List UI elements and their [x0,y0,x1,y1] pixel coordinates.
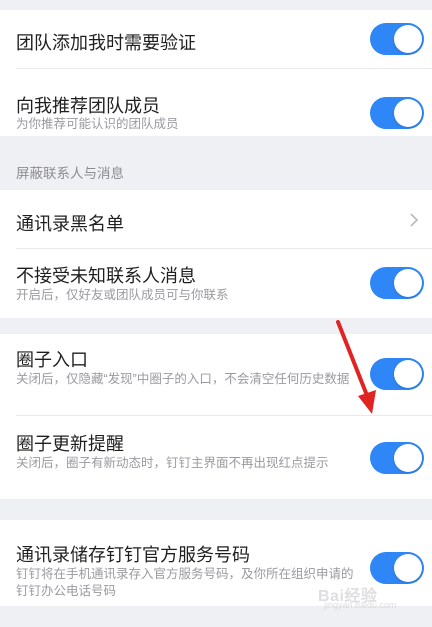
circle-update-row[interactable]: 圈子更新提醒 关闭后，圈子有新动态时，钉钉主界面不再出现红点提示 [0,416,432,499]
circle-update-subtitle: 关闭后，圈子有新动态时，钉钉主界面不再出现红点提示 [16,456,329,470]
blacklist-title: 通讯录黑名单 [16,214,124,234]
circle-update-title: 圈子更新提醒 [16,434,124,454]
store-numbers-title: 通讯录储存钉钉官方服务号码 [16,545,250,565]
recommend-subtitle: 为你推荐可能认识的团队成员 [16,117,179,131]
settings-card-block: 通讯录黑名单 不接受未知联系人消息 开启后，仅好友或团队成员可与你联系 [0,190,432,318]
toggle-knob [394,25,422,53]
settings-card-contacts: 通讯录储存钉钉官方服务号码 钉钉将在手机通讯录存入官方服务号码，及你所在组织申请… [0,520,432,606]
toggle-knob [394,554,422,582]
annotation-arrow-icon [336,320,376,414]
team-verify-row[interactable]: 团队添加我时需要验证 [0,10,432,68]
unknown-msgs-row[interactable]: 不接受未知联系人消息 开启后，仅好友或团队成员可与你联系 [0,249,432,318]
store-numbers-subtitle: 钉钉将在手机通讯录存入官方服务号码，及你所在组织申请的钉钉办公电话号码 [16,567,354,598]
toggle-knob [394,360,422,388]
section-header-block: 屏蔽联系人与消息 [16,166,124,181]
recommend-title: 向我推荐团队成员 [16,96,160,116]
recommend-row[interactable]: 向我推荐团队成员 为你推荐可能认识的团队成员 [0,69,432,136]
toggle-knob [394,269,422,297]
unknown-msgs-toggle[interactable] [370,267,424,299]
chevron-right-icon [410,213,419,227]
store-numbers-row[interactable]: 通讯录储存钉钉官方服务号码 钉钉将在手机通讯录存入官方服务号码，及你所在组织申请… [0,520,432,606]
team-verify-title: 团队添加我时需要验证 [16,33,196,53]
store-numbers-toggle[interactable] [370,552,424,584]
circle-entry-title: 圈子入口 [16,350,88,370]
recommend-toggle[interactable] [370,97,424,129]
team-verify-toggle[interactable] [370,23,424,55]
circle-entry-subtitle: 关闭后，仅隐藏“发现”中圈子的入口，不会清空任何历史数据 [16,372,350,386]
unknown-msgs-title: 不接受未知联系人消息 [16,266,196,286]
toggle-knob [394,99,422,127]
circle-update-toggle[interactable] [370,442,424,474]
toggle-knob [394,444,422,472]
unknown-msgs-subtitle: 开启后，仅好友或团队成员可与你联系 [16,288,229,302]
settings-card-team: 团队添加我时需要验证 向我推荐团队成员 为你推荐可能认识的团队成员 [0,10,432,136]
blacklist-row[interactable]: 通讯录黑名单 [0,190,432,248]
